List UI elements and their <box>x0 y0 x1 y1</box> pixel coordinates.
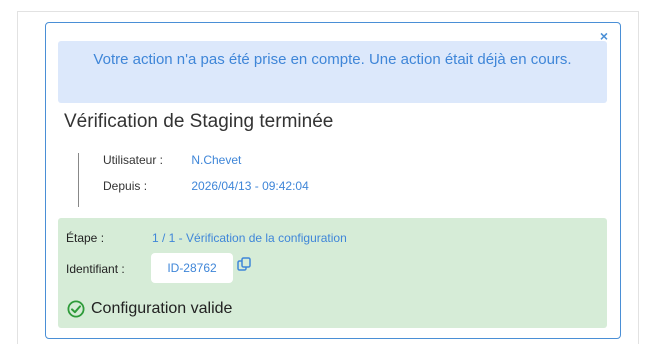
card-title: Vérification de Staging terminée <box>64 111 334 132</box>
notification-card: × Votre action n'a pas été prise en comp… <box>45 22 621 339</box>
since-label: Depuis : <box>103 179 148 193</box>
id-value: ID-28762 <box>151 253 233 283</box>
since-row: Depuis : 2026/04/13 - 09:42:04 <box>103 179 309 193</box>
user-label: Utilisateur : <box>103 153 164 167</box>
status-text: Configuration valide <box>91 300 233 317</box>
since-value: 2026/04/13 - 09:42:04 <box>191 179 309 193</box>
step-label: Étape : <box>66 231 105 245</box>
copy-icon[interactable] <box>237 257 251 271</box>
details-panel: Étape : 1 / 1 - Vérification de la confi… <box>58 218 607 328</box>
user-value[interactable]: N.Chevet <box>191 153 241 167</box>
user-row: Utilisateur : N.Chevet <box>103 153 241 167</box>
check-circle-icon <box>67 300 85 318</box>
id-label: Identifiant : <box>66 262 125 276</box>
info-block: Utilisateur : N.Chevet Depuis : 2026/04/… <box>78 153 309 207</box>
alert-message: Votre action n'a pas été prise en compte… <box>58 41 607 103</box>
step-value[interactable]: 1 / 1 - Vérification de la configuration <box>152 231 347 245</box>
